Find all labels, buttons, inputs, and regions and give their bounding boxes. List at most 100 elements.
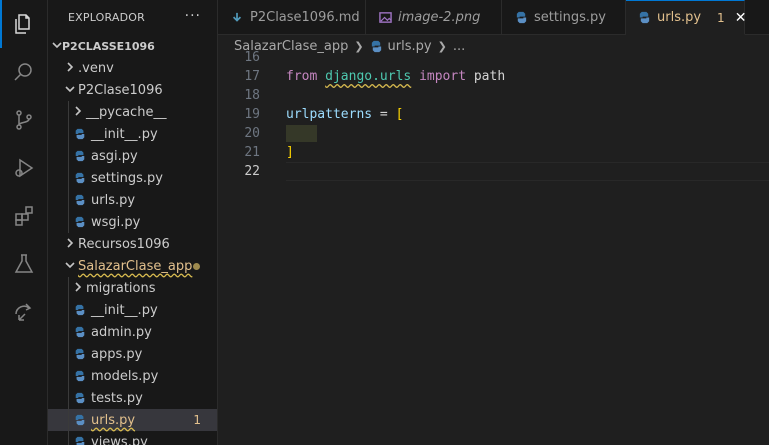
code-text: urlpatterns = [ bbox=[286, 107, 404, 122]
activity-bar bbox=[0, 0, 48, 445]
current-line-highlight bbox=[286, 162, 769, 181]
explorer-item-label: Recursos1096 bbox=[78, 236, 170, 252]
explorer-file[interactable]: __init__.py bbox=[48, 123, 217, 145]
code-text: from django.urls import path bbox=[286, 69, 506, 84]
explorer-item-label: __pycache__ bbox=[86, 104, 167, 120]
tab-urls-py[interactable]: urls.py 1 ✕ bbox=[626, 0, 747, 35]
tab-label: settings.py bbox=[534, 10, 606, 25]
remote-explorer-icon[interactable] bbox=[0, 288, 48, 336]
workspace-root[interactable]: P2CLASSE1096 bbox=[48, 35, 217, 57]
markdown-icon bbox=[230, 11, 244, 25]
explorer-file[interactable]: models.py bbox=[48, 365, 217, 387]
explorer-file[interactable]: wsgi.py bbox=[48, 211, 217, 233]
explorer-file[interactable]: asgi.py bbox=[48, 145, 217, 167]
indent-guide bbox=[68, 189, 69, 211]
explorer-item-label: models.py bbox=[91, 368, 159, 384]
indent-guide bbox=[68, 387, 69, 409]
indent-guide bbox=[68, 211, 69, 233]
explorer-file[interactable]: views.py bbox=[48, 431, 217, 445]
extensions-icon[interactable] bbox=[0, 192, 48, 240]
line-number: 20 bbox=[244, 126, 260, 141]
explorer-folder[interactable]: __pycache__ bbox=[48, 101, 217, 123]
indent-guide bbox=[68, 145, 69, 167]
source-control-icon[interactable] bbox=[0, 96, 48, 144]
explorer-folder[interactable]: P2Clase1096 bbox=[48, 79, 217, 101]
explorer-item-label: apps.py bbox=[91, 346, 143, 362]
explorer-folder[interactable]: Recursos1096 bbox=[48, 233, 217, 255]
explorer-file[interactable]: urls.py bbox=[48, 189, 217, 211]
tab-p2clase1096-md[interactable]: P2Clase1096.md bbox=[218, 0, 366, 35]
indent-guide bbox=[68, 409, 69, 431]
explorer-folder[interactable]: migrations bbox=[48, 277, 217, 299]
code-editor[interactable]: 16 17 from django.urls import path 18 19… bbox=[218, 50, 769, 445]
close-icon[interactable]: ✕ bbox=[735, 10, 747, 26]
line-number: 17 bbox=[244, 69, 260, 84]
explorer-item-label: __init__.py bbox=[91, 126, 158, 142]
python-icon bbox=[74, 216, 86, 228]
explorer-file[interactable]: apps.py bbox=[48, 343, 217, 365]
explorer-item-label: urls.py bbox=[91, 192, 136, 208]
explorer-file[interactable]: admin.py bbox=[48, 321, 217, 343]
explorer-file[interactable]: __init__.py bbox=[48, 299, 217, 321]
indent-guide bbox=[68, 167, 69, 189]
code-line: 16 bbox=[218, 48, 769, 67]
testing-icon[interactable] bbox=[0, 240, 48, 288]
python-icon bbox=[74, 392, 86, 404]
code-line: 18 bbox=[218, 86, 769, 105]
python-icon bbox=[74, 172, 86, 184]
explorer-icon[interactable] bbox=[0, 0, 48, 48]
line-number: 16 bbox=[244, 50, 260, 65]
python-icon bbox=[74, 128, 86, 140]
line-number: 19 bbox=[244, 107, 260, 122]
problem-count-badge: 1 bbox=[193, 413, 201, 427]
image-icon bbox=[378, 11, 392, 25]
indent-highlight bbox=[286, 125, 317, 142]
chevron-down-icon bbox=[52, 40, 62, 53]
chevron-right-icon bbox=[62, 237, 78, 251]
explorer-item-label: __init__.py bbox=[91, 302, 158, 318]
code-line: 20 bbox=[218, 124, 769, 143]
chevron-right-icon bbox=[70, 105, 86, 119]
indent-guide bbox=[68, 365, 69, 387]
indent-guide bbox=[68, 343, 69, 365]
tab-image-2-png[interactable]: image-2.png bbox=[366, 0, 502, 35]
tab-label: urls.py bbox=[657, 10, 702, 25]
explorer-folder[interactable]: .venv bbox=[48, 57, 217, 79]
python-icon bbox=[74, 436, 86, 445]
python-icon bbox=[74, 326, 86, 338]
indent-guide bbox=[68, 299, 69, 321]
chevron-right-icon bbox=[62, 61, 78, 75]
indent-guide bbox=[68, 123, 69, 145]
explorer-item-label: urls.py bbox=[91, 412, 136, 428]
explorer-item-label: SalazarClase_app bbox=[78, 258, 193, 274]
code-line: 19 urlpatterns = [ bbox=[218, 105, 769, 124]
python-icon bbox=[74, 304, 86, 316]
tab-settings-py[interactable]: settings.py bbox=[502, 0, 626, 35]
explorer-folder[interactable]: SalazarClase_app bbox=[48, 255, 217, 277]
python-icon bbox=[638, 11, 651, 25]
chevron-down-icon bbox=[62, 260, 78, 273]
explorer-item-label: views.py bbox=[91, 434, 148, 445]
indent-guide bbox=[68, 101, 69, 123]
explorer-file[interactable]: tests.py bbox=[48, 387, 217, 409]
python-icon bbox=[74, 348, 86, 360]
explorer-title: EXPLORADOR bbox=[68, 11, 146, 24]
python-icon bbox=[74, 370, 86, 382]
more-actions-icon[interactable]: ··· bbox=[185, 8, 201, 24]
line-number: 21 bbox=[244, 145, 260, 160]
tab-label: image-2.png bbox=[398, 10, 481, 25]
python-icon bbox=[74, 150, 86, 162]
explorer-item-label: admin.py bbox=[91, 324, 152, 340]
search-icon[interactable] bbox=[0, 48, 48, 96]
explorer-item-label: migrations bbox=[86, 280, 156, 296]
explorer-item-label: .venv bbox=[78, 60, 114, 76]
explorer-item-label: asgi.py bbox=[91, 148, 138, 164]
problem-count-badge: 1 bbox=[717, 10, 725, 25]
chevron-down-icon bbox=[62, 84, 78, 97]
explorer-file[interactable]: urls.py 1 bbox=[48, 409, 217, 431]
explorer-file[interactable]: settings.py bbox=[48, 167, 217, 189]
explorer-item-label: wsgi.py bbox=[91, 214, 141, 230]
line-number: 18 bbox=[244, 88, 260, 103]
code-line: 21 ] bbox=[218, 143, 769, 162]
run-debug-icon[interactable] bbox=[0, 144, 48, 192]
